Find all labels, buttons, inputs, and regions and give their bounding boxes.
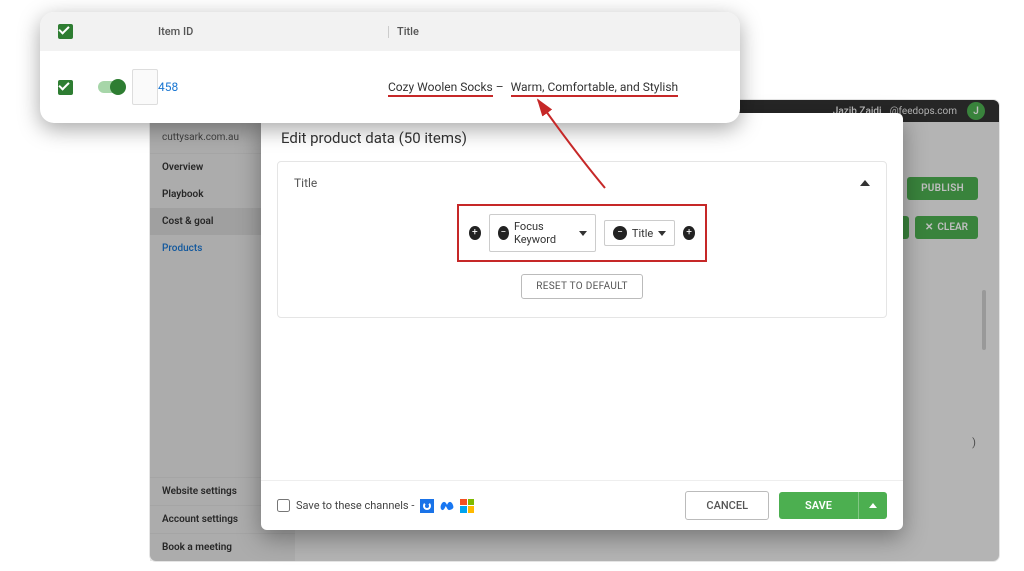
google-icon	[420, 499, 434, 513]
title-pill[interactable]: − Title	[604, 220, 675, 246]
chevron-up-icon	[869, 503, 877, 508]
collapse-icon[interactable]	[860, 180, 870, 186]
save-channels-checkbox[interactable]	[277, 499, 290, 512]
meta-icon	[440, 499, 454, 513]
row-toggle[interactable]	[98, 81, 124, 93]
background-paren: )	[972, 436, 976, 449]
save-to-channels[interactable]: Save to these channels -	[277, 499, 474, 513]
header-item-id: Item ID	[158, 25, 388, 38]
save-dropdown-button[interactable]	[858, 492, 887, 519]
cancel-button[interactable]: CANCEL	[685, 491, 769, 520]
title-builder-row: + − Focus Keyword − Title +	[457, 204, 707, 262]
sidebar-item-book-meeting[interactable]: Book a meeting	[150, 533, 295, 561]
edit-product-modal: Edit product data (50 items) Title + − F…	[261, 113, 903, 530]
header-title: Title	[397, 25, 419, 38]
reset-to-default-button[interactable]: RESET TO DEFAULT	[521, 274, 643, 299]
focus-keyword-pill[interactable]: − Focus Keyword	[489, 214, 596, 252]
publish-button[interactable]: PUBLISH	[907, 177, 978, 200]
list-header-row: Item ID Title	[40, 12, 740, 51]
close-icon: ✕	[925, 222, 933, 233]
scrollbar[interactable]	[982, 290, 986, 350]
add-token-left-button[interactable]: +	[469, 226, 481, 240]
save-button[interactable]: SAVE	[779, 492, 858, 519]
row-title: Cozy Woolen Socks – Warm, Comfortable, a…	[388, 80, 722, 94]
modal-footer: Save to these channels - CANCEL SAVE	[261, 480, 903, 530]
clear-button[interactable]: ✕ CLEAR	[915, 216, 978, 239]
section-label: Title	[294, 176, 317, 190]
product-thumbnail	[132, 69, 158, 105]
avatar[interactable]: J	[967, 102, 985, 120]
microsoft-icon	[460, 499, 474, 513]
remove-token-icon[interactable]: −	[613, 226, 627, 240]
row-checkbox[interactable]	[58, 80, 73, 95]
table-row[interactable]: 458 Cozy Woolen Socks – Warm, Comfortabl…	[40, 51, 740, 123]
title-section-card: Title + − Focus Keyword − Title + RESET …	[277, 161, 887, 318]
row-item-id[interactable]: 458	[158, 80, 388, 94]
remove-token-icon[interactable]: −	[498, 226, 509, 240]
select-all-checkbox[interactable]	[58, 24, 73, 39]
chevron-down-icon	[579, 231, 587, 236]
chevron-down-icon	[658, 231, 666, 236]
add-token-right-button[interactable]: +	[683, 226, 695, 240]
product-list-preview: Item ID Title 458 Cozy Woolen Socks – Wa…	[40, 12, 740, 123]
